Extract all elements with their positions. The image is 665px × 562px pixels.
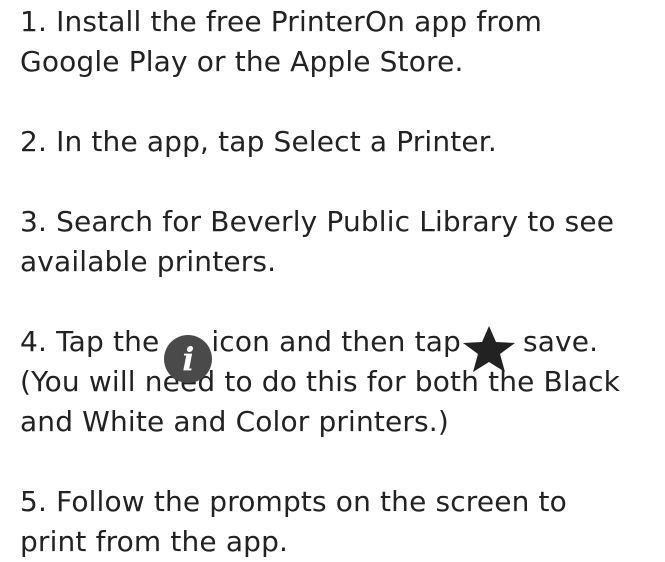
step-4-line-3: and White and Color printers.) — [20, 405, 449, 438]
step-3: 3. Search for Beverly Public Library to … — [20, 202, 665, 282]
step-5-line-1: 5. Follow the prompts on the screen to — [20, 485, 567, 518]
step-1-line-1: 1. Install the free PrinterOn app from — [20, 5, 543, 38]
step-3-line-1: 3. Search for Beverly Public Library to … — [20, 205, 615, 238]
step-1: 1. Install the free PrinterOn app from G… — [20, 2, 665, 82]
info-icon: i — [159, 322, 213, 383]
step-2-line-1: 2. In the app, tap Select a Printer. — [20, 125, 497, 158]
instructions-document: 1. Install the free PrinterOn app from G… — [20, 2, 665, 562]
step-5: 5. Follow the prompts on the screen to p… — [20, 482, 665, 562]
step-4-text-tap-the: 4. Tap the — [20, 325, 160, 358]
step-5-line-2: print from the app. — [20, 525, 289, 558]
step-4-line-1: 4. Tap the i icon and then tap save. — [20, 322, 665, 383]
step-1-line-2: Google Play or the Apple Store. — [20, 45, 464, 78]
step-4-text-icon-then-tap: icon and then tap — [211, 325, 461, 358]
star-icon-svg — [462, 326, 515, 372]
step-4-text-save: save. — [522, 325, 599, 358]
star-icon — [461, 322, 523, 372]
step-2: 2. In the app, tap Select a Printer. — [20, 122, 665, 162]
step-3-line-2: available printers. — [20, 245, 277, 278]
step-4: 4. Tap the i icon and then tap save. (You w… — [20, 322, 665, 442]
step-4-line-2: (You will need to do this for both the B… — [20, 365, 621, 398]
